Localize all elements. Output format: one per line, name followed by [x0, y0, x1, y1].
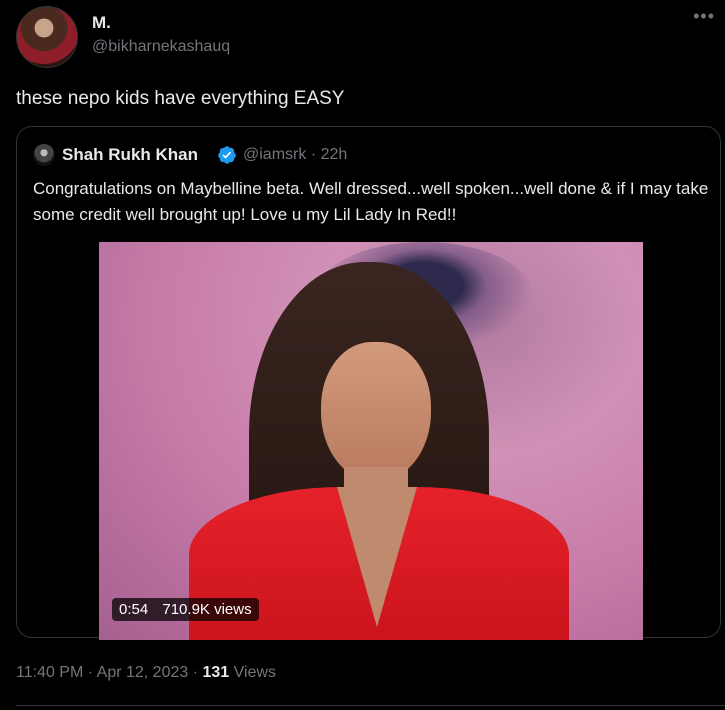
- meta-separator: ·: [310, 146, 317, 163]
- meta-separator: ·: [87, 664, 94, 681]
- video-info-badge: 0:54 710.9K views: [112, 598, 259, 621]
- views-count: 131: [202, 664, 230, 681]
- quoted-author-name[interactable]: Shah Rukh Khan: [62, 145, 198, 165]
- video-view-count: 710.9K views: [162, 601, 252, 618]
- video-duration: 0:54: [119, 601, 149, 618]
- quoted-meta: @iamsrk · 22h: [243, 146, 347, 164]
- quoted-tweet-card[interactable]: Shah Rukh Khan @iamsrk · 22h Congratulat…: [16, 126, 721, 640]
- quoted-author-handle[interactable]: @iamsrk: [243, 146, 306, 163]
- verified-badge-icon: [218, 146, 236, 164]
- more-options-icon[interactable]: •••: [693, 6, 715, 27]
- author-display-name[interactable]: M.: [92, 13, 111, 33]
- author-avatar[interactable]: [16, 6, 78, 68]
- tweet-date[interactable]: Apr 12, 2023: [97, 664, 189, 681]
- quoted-author-avatar[interactable]: [33, 144, 55, 166]
- author-handle[interactable]: @bikharnekashauq: [92, 38, 230, 56]
- video-subject-face: [321, 342, 431, 482]
- tweet-text: these nepo kids have everything EASY: [16, 88, 345, 109]
- views-label: Views: [233, 664, 277, 681]
- divider: [16, 705, 725, 706]
- video-subject-neckline: [337, 487, 417, 627]
- quoted-tweet-age[interactable]: 22h: [321, 146, 348, 163]
- quoted-tweet-text: Congratulations on Maybelline beta. Well…: [33, 179, 709, 224]
- tweet-time[interactable]: 11:40 PM: [16, 664, 83, 681]
- tweet-meta: 11:40 PM · Apr 12, 2023 · 131 Views: [16, 664, 276, 682]
- meta-separator: ·: [192, 664, 199, 681]
- video-player[interactable]: 0:54 710.9K views: [99, 242, 643, 640]
